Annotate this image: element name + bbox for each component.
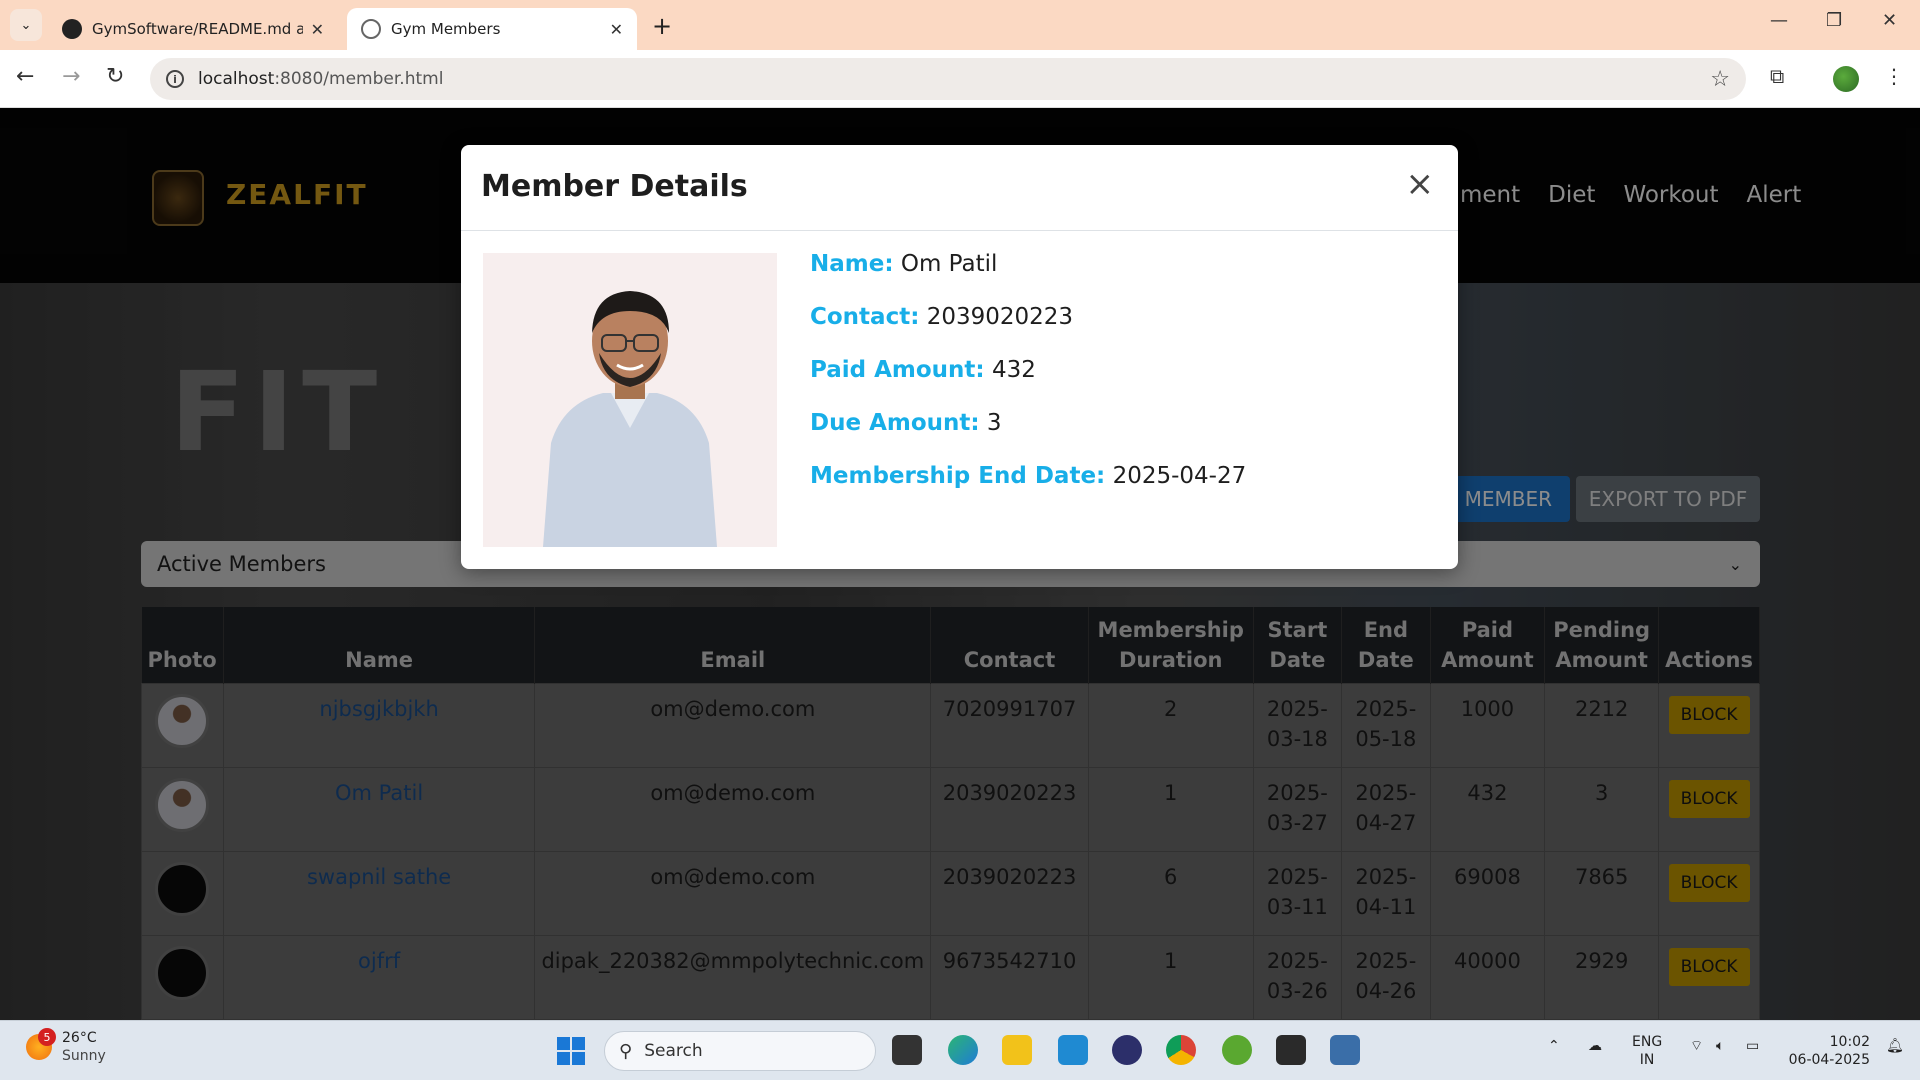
- sun-icon: 5: [26, 1028, 56, 1060]
- weather-widget[interactable]: 5 26°C Sunny: [26, 1028, 106, 1065]
- github-icon: [62, 19, 82, 39]
- mysql-workbench-icon[interactable]: [1330, 1035, 1360, 1065]
- reload-icon[interactable]: ↻: [106, 64, 124, 89]
- close-icon[interactable]: ×: [1406, 167, 1435, 201]
- search-placeholder: Search: [644, 1041, 703, 1061]
- modal-header: Member Details ×: [461, 145, 1458, 231]
- extensions-icon[interactable]: ⧉: [1770, 64, 1784, 88]
- search-icon: ⚲: [619, 1040, 633, 1062]
- weather-text: 26°C Sunny: [62, 1029, 106, 1065]
- spring-tool-icon[interactable]: [1222, 1035, 1252, 1065]
- field-contact: Contact: 2039020223: [810, 304, 1074, 330]
- field-due-amount: Due Amount: 3: [810, 410, 1002, 436]
- modal-title: Member Details: [481, 169, 748, 204]
- site-info-icon[interactable]: i: [166, 70, 184, 88]
- field-membership-end-date: Membership End Date: 2025-04-27: [810, 463, 1247, 489]
- address-bar[interactable]: i localhost:8080/member.html ☆: [150, 58, 1746, 100]
- chrome-icon[interactable]: [1166, 1035, 1196, 1065]
- tab-search-button[interactable]: ⌄: [10, 9, 42, 41]
- member-fields: Name: Om Patil Contact: 2039020223 Paid …: [810, 251, 1246, 516]
- member-photo: [483, 253, 777, 547]
- member-portrait: [483, 253, 777, 547]
- globe-icon: [361, 19, 381, 39]
- bookmark-star-icon[interactable]: ☆: [1710, 67, 1730, 92]
- chevron-up-icon[interactable]: ⌃: [1548, 1037, 1560, 1055]
- battery-icon[interactable]: ▭: [1746, 1037, 1759, 1055]
- tab-readme[interactable]: GymSoftware/README.md at m ✕: [48, 8, 338, 50]
- minimize-icon[interactable]: —: [1770, 10, 1788, 31]
- weather-desc: Sunny: [62, 1048, 106, 1064]
- tab-gym-members[interactable]: Gym Members ✕: [347, 8, 637, 50]
- notifications-icon[interactable]: 🔔︎: [1886, 1037, 1904, 1055]
- windows-start-icon[interactable]: [557, 1037, 585, 1065]
- onedrive-icon[interactable]: ☁: [1588, 1037, 1602, 1055]
- tab-title: GymSoftware/README.md at m: [92, 20, 303, 38]
- clock[interactable]: 10:02 06-04-2025: [1780, 1033, 1870, 1069]
- taskbar-search[interactable]: ⚲ Search: [604, 1031, 876, 1071]
- close-icon[interactable]: ✕: [311, 20, 324, 39]
- file-explorer-icon[interactable]: [1002, 1035, 1032, 1065]
- profile-avatar[interactable]: [1833, 66, 1859, 92]
- task-view-icon[interactable]: [892, 1035, 922, 1065]
- volume-icon[interactable]: 🔈︎: [1716, 1037, 1724, 1055]
- eclipse-icon[interactable]: [1112, 1035, 1142, 1065]
- back-arrow-icon[interactable]: ←: [16, 64, 34, 89]
- language-indicator[interactable]: ENG IN: [1632, 1033, 1662, 1069]
- member-details-modal: Member Details × Name: Om Patil Contact:…: [461, 145, 1458, 569]
- web-page: FIT ZEALFIT ment Diet Workout Alert MEMB…: [0, 108, 1920, 1020]
- windows-taskbar: 5 26°C Sunny ⚲ Search ⌃ ☁ ENG IN ⌔ 🔈︎ ▭ …: [0, 1020, 1920, 1080]
- weather-temp: 26°C: [62, 1030, 97, 1046]
- menu-kebab-icon[interactable]: ⋮: [1884, 64, 1904, 88]
- edge-browser-icon[interactable]: [948, 1035, 978, 1065]
- field-name: Name: Om Patil: [810, 251, 998, 277]
- forward-arrow-icon[interactable]: →: [62, 64, 80, 89]
- browser-tab-strip: ⌄ GymSoftware/README.md at m ✕ Gym Membe…: [0, 0, 1920, 50]
- url-text: localhost:8080/member.html: [198, 69, 444, 89]
- restore-icon[interactable]: ❐: [1826, 10, 1842, 31]
- tab-title: Gym Members: [391, 20, 501, 38]
- window-close-icon[interactable]: ✕: [1882, 10, 1897, 31]
- terminal-icon[interactable]: [1276, 1035, 1306, 1065]
- wifi-icon[interactable]: ⌔: [1690, 1037, 1703, 1055]
- vscode-icon[interactable]: [1058, 1035, 1088, 1065]
- new-tab-button[interactable]: +: [652, 12, 672, 40]
- close-icon[interactable]: ✕: [610, 20, 623, 39]
- field-paid-amount: Paid Amount: 432: [810, 357, 1036, 383]
- notification-badge: 5: [38, 1028, 56, 1046]
- browser-toolbar: ← → ↻ i localhost:8080/member.html ☆ ⧉ ⋮: [0, 50, 1920, 108]
